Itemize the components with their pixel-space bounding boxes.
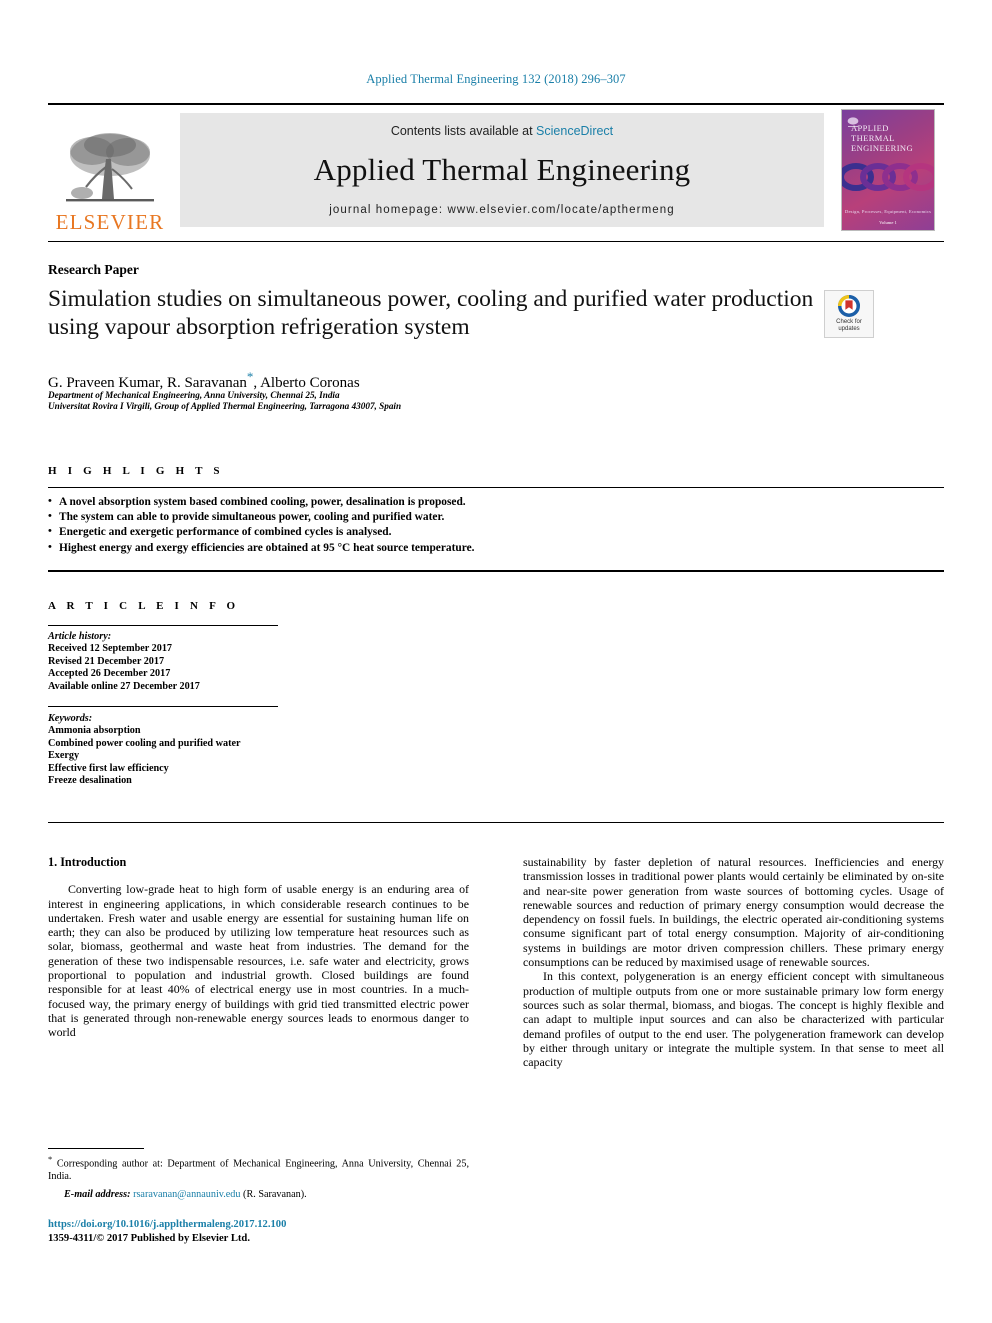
footnote-text: Corresponding author at: Department of M… [48,1158,469,1182]
elsevier-tree-icon [66,133,154,202]
doi-link[interactable]: https://doi.org/10.1016/j.applthermaleng… [48,1218,508,1232]
list-item: Energetic and exergetic performance of c… [48,524,928,540]
cover-line-2: THERMAL [851,133,895,143]
cover-line-3: ENGINEERING [851,143,913,153]
list-item: A novel absorption system based combined… [48,494,928,510]
affiliation-b: Universitat Rovira I Virgili, Group of A… [48,401,402,411]
crossmark-label: Check for updates [836,319,862,333]
journal-homepage-link[interactable]: journal homepage: www.elsevier.com/locat… [329,204,675,216]
history-item: Available online 27 December 2017 [48,680,200,692]
author-list: G. Praveen Kumar, R. Saravanan*, Alberto… [48,369,828,392]
footnote-block: * Corresponding author at: Department of… [48,1153,469,1201]
masthead-bottom-rule [48,241,944,242]
highlights-bottom-rule [48,570,944,572]
paragraph: sustainability by faster depletion of na… [523,855,944,970]
crossmark-badge[interactable]: Check for updates [824,290,874,338]
list-item: The system can able to provide simultane… [48,509,928,525]
footnote-rule [48,1148,144,1149]
history-item: Revised 21 December 2017 [48,655,165,667]
cover-rings-graphic [842,163,934,191]
body-column-right: sustainability by faster depletion of na… [523,855,944,1069]
crossmark-icon [838,295,860,317]
paragraph: In this context, polygeneration is an en… [523,969,944,1070]
corresponding-author-note: * Corresponding author at: Department of… [48,1153,469,1184]
section-heading-introduction: 1. Introduction [48,855,127,869]
article-info-rule-2 [48,706,278,707]
history-item: Received 12 September 2017 [48,643,173,655]
article-info-rule-1 [48,625,278,626]
running-head: Applied Thermal Engineering 132 (2018) 2… [366,72,626,86]
keyword-item: Ammonia absorption [48,725,141,737]
keyword-item: Effective first law efficiency [48,762,169,774]
body-top-rule [48,822,944,823]
article-history-label: Article history: [48,631,112,642]
authors-post: , Alberto Coronas [253,375,360,391]
email-link[interactable]: rsaravanan@annauniv.edu [133,1189,240,1200]
cover-line-1: APPLIED [851,123,889,133]
journal-cover-thumbnail: APPLIED THERMAL ENGINEERING Design, Proc… [832,105,944,235]
email-note: E-mail address: rsaravanan@annauniv.edu … [48,1189,469,1202]
email-label: E-mail address: [64,1188,131,1200]
crossmark-line-1: Check for [836,319,862,325]
article-history-block: Article history: Received 12 September 2… [48,631,288,693]
highlights-heading: H I G H L I G H T S [48,465,224,477]
journal-band: Contents lists available at ScienceDirec… [180,113,824,227]
affiliation-a: Department of Mechanical Engineering, An… [48,390,340,400]
doi-block: https://doi.org/10.1016/j.applthermaleng… [48,1218,508,1245]
elsevier-wordmark: ELSEVIER [55,210,165,234]
elsevier-logo: ELSEVIER [48,105,172,235]
paper-page: Applied Thermal Engineering 132 (2018) 2… [0,0,992,1323]
article-type-label: Research Paper [48,262,139,277]
crossmark-line-2: updates [838,326,860,332]
paragraph: Converting low-grade heat to high form o… [48,882,469,1040]
sciencedirect-link[interactable]: ScienceDirect [536,124,613,138]
keywords-block: Keywords: Ammonia absorption Combined po… [48,713,298,787]
keyword-item: Combined power cooling and purified wate… [48,737,241,749]
cover-image: APPLIED THERMAL ENGINEERING Design, Proc… [841,109,935,231]
history-item: Accepted 26 December 2017 [48,668,171,680]
keyword-item: Freeze desalination [48,775,132,787]
cover-footer-text: Design, Processes, Equipment, Economics [844,209,932,214]
email-owner: (R. Saravanan). [243,1188,307,1200]
journal-title: Applied Thermal Engineering [313,152,691,187]
journal-masthead: ELSEVIER Contents lists available at Sci… [48,103,944,235]
copyright-line: 1359-4311/© 2017 Published by Elsevier L… [48,1232,250,1244]
highlights-list: A novel absorption system based combined… [48,494,928,556]
body-column-left: 1. Introduction Converting low-grade hea… [48,855,469,1040]
cover-volume-text: Volume 1 [879,220,897,225]
keyword-item: Exergy [48,750,80,762]
authors-pre: G. Praveen Kumar, R. Saravanan [48,375,247,391]
keywords-label: Keywords: [48,713,93,724]
list-item: Highest energy and exergy efficiencies a… [48,540,928,556]
contents-prefix: Contents lists available at [390,124,537,138]
cover-title-text: APPLIED THERMAL ENGINEERING [851,123,913,153]
highlights-top-rule [48,487,944,488]
page-title: Simulation studies on simultaneous power… [48,286,814,340]
article-info-heading: A R T I C L E I N F O [48,600,240,612]
contents-available-line: Contents lists available at ScienceDirec… [391,124,613,138]
